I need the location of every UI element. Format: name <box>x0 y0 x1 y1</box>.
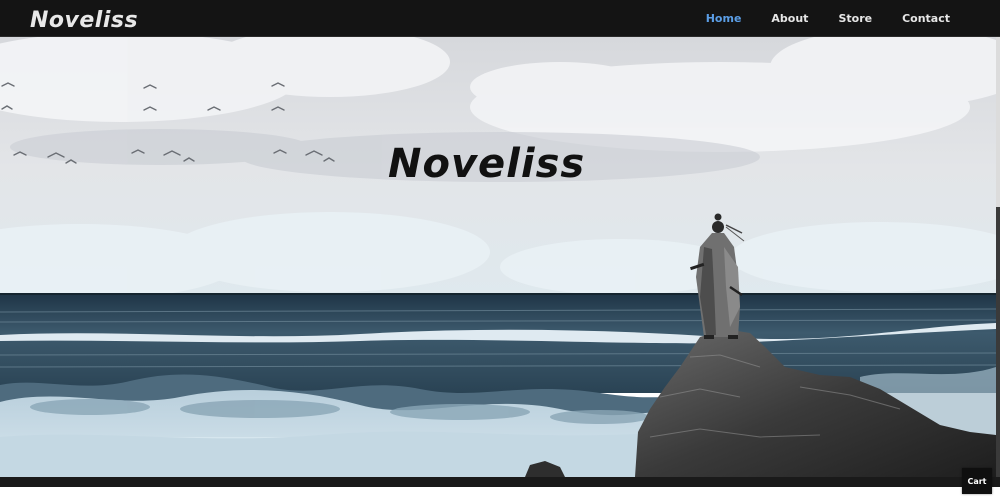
hero-title-logo: Noveliss <box>388 141 585 185</box>
nav-store-link[interactable]: Store <box>838 12 872 25</box>
nav-home-link[interactable]: Home <box>706 12 742 25</box>
hero-title-logo-text: Noveliss <box>388 141 585 185</box>
nav-about-link[interactable]: About <box>771 12 808 25</box>
nav-menu: Home About Store Contact <box>706 0 1000 37</box>
nav-contact-link[interactable]: Contact <box>902 12 950 25</box>
brand-logo[interactable]: Noveliss <box>30 6 146 32</box>
page: Noveliss Home About Store Contact Noveli… <box>0 0 1000 503</box>
top-navbar: Noveliss Home About Store Contact <box>0 0 1000 37</box>
cart-button-label: Cart <box>967 476 987 486</box>
below-fold-area <box>0 487 1000 503</box>
hero-background-illustration <box>0 37 996 477</box>
scrollbar-thumb[interactable] <box>996 207 1000 477</box>
brand-logo-text: Noveliss <box>30 8 138 32</box>
cart-button[interactable]: Cart <box>962 468 992 494</box>
hero-banner: Noveliss <box>0 37 996 477</box>
hero-bottom-border <box>0 477 1000 487</box>
